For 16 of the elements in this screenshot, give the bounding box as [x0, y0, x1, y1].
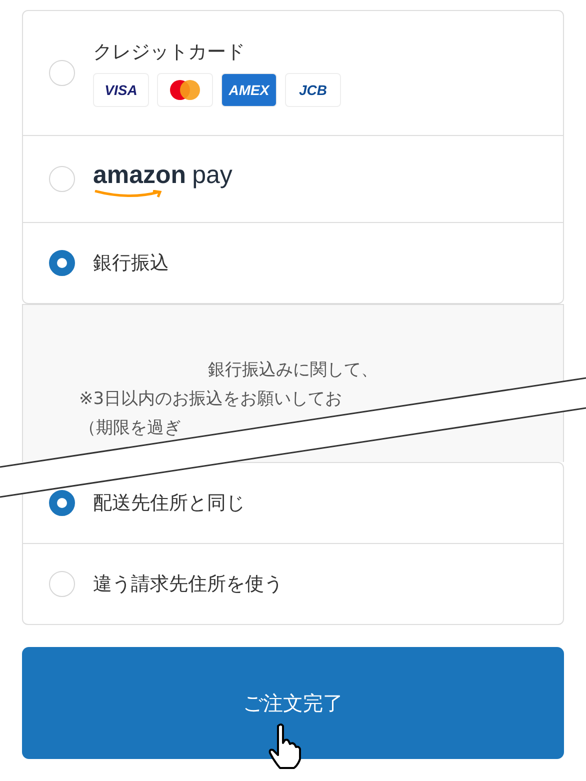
submit-button[interactable]: ご注文完了 [22, 647, 564, 759]
note-text: 銀行振込みに関して、 [208, 359, 378, 382]
option-label: 配送先住所と同じ [93, 491, 245, 516]
option-label: 違う請求先住所を使う [93, 572, 283, 597]
option-label: クレジットカード [93, 40, 246, 65]
note-text: （期限を過ぎ [79, 417, 181, 440]
radio-button[interactable] [49, 250, 75, 276]
option-label: 銀行振込 [93, 251, 169, 276]
mastercard-logo [157, 73, 213, 107]
note-text: ※3日以内のお振込をお願いしてお [79, 388, 342, 411]
visa-logo: VISA [93, 73, 149, 107]
radio-button[interactable] [49, 490, 75, 516]
pointer-hand-icon [268, 723, 302, 769]
amazon-pay-logo: amazon pay [93, 160, 232, 198]
amex-logo: AMEX [221, 73, 277, 107]
jcb-logo: JCB [285, 73, 341, 107]
